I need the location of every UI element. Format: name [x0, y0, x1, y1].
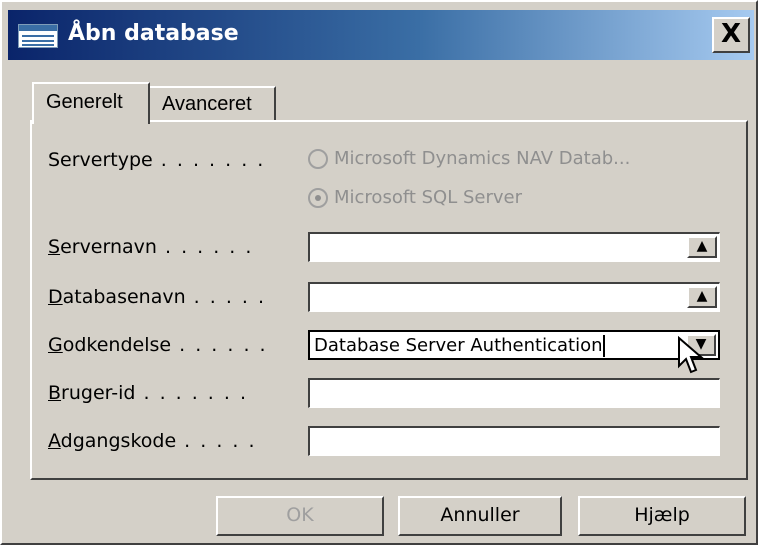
- password-label: Adgangskode . . . . .: [48, 430, 257, 452]
- mouse-pointer-icon: [678, 336, 704, 374]
- tab-label: Avanceret: [162, 93, 252, 115]
- radio-button-icon: [308, 149, 328, 169]
- radio-label: Microsoft Dynamics NAV Datab...: [334, 148, 631, 169]
- servername-label: Servernavn . . . . . .: [48, 236, 254, 258]
- title-bar[interactable]: Åbn database X: [8, 10, 754, 60]
- close-button[interactable]: X: [712, 17, 750, 53]
- databasename-input[interactable]: ▲: [308, 282, 720, 312]
- help-button[interactable]: Hjælp: [578, 496, 746, 536]
- authentication-dropdown[interactable]: Database Server Authentication ▼: [308, 330, 720, 360]
- databasename-label: Databasenavn . . . . .: [48, 286, 267, 308]
- cancel-button[interactable]: Annuller: [398, 496, 562, 536]
- window-title: Åbn database: [68, 21, 239, 46]
- open-database-dialog: Åbn database X Generelt Avanceret Server…: [0, 0, 758, 545]
- radio-nav-database[interactable]: Microsoft Dynamics NAV Datab...: [308, 148, 630, 174]
- tab-generelt[interactable]: Generelt: [32, 82, 150, 124]
- text-caret: [602, 335, 605, 357]
- userid-input[interactable]: [308, 378, 720, 408]
- servername-input[interactable]: ▲: [308, 232, 720, 262]
- lookup-up-arrow-icon[interactable]: ▲: [687, 236, 717, 258]
- servertype-label: Servertype . . . . . . .: [48, 149, 266, 171]
- tab-label: Generelt: [46, 91, 123, 113]
- radio-label: Microsoft SQL Server: [334, 187, 523, 208]
- ok-button[interactable]: OK: [216, 496, 384, 536]
- password-input[interactable]: [308, 426, 720, 456]
- lookup-up-arrow-icon[interactable]: ▲: [687, 286, 717, 308]
- radio-sql-server[interactable]: Microsoft SQL Server: [308, 187, 522, 213]
- tab-avanceret[interactable]: Avanceret: [148, 86, 276, 121]
- radio-button-selected-icon: [308, 188, 328, 208]
- authentication-label: Godkendelse . . . . . .: [48, 334, 268, 356]
- database-table-icon: [18, 24, 58, 48]
- userid-label: Bruger-id . . . . . . .: [48, 382, 249, 404]
